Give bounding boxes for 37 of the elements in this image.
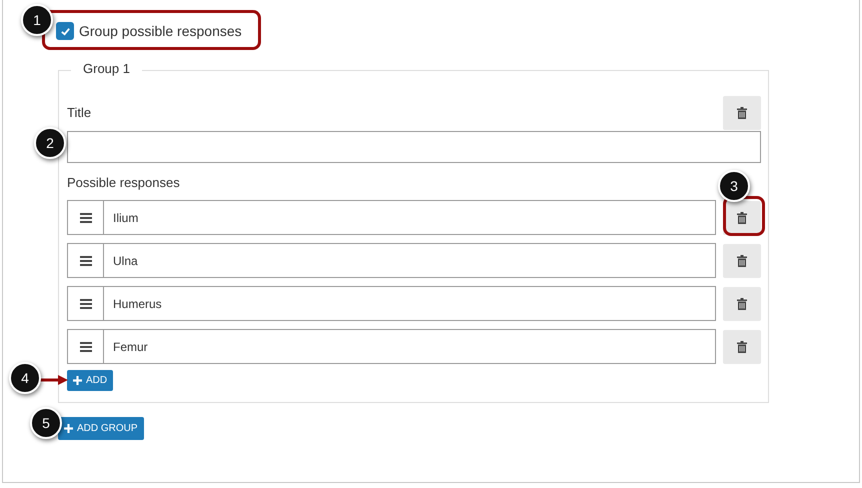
delete-button[interactable] [723, 330, 761, 364]
response-field[interactable]: Ilium [67, 200, 716, 235]
plus-icon [64, 424, 73, 433]
response-text: Humerus [112, 296, 162, 312]
step-number-badge: 3 [718, 170, 750, 202]
responses-label: Possible responses [67, 175, 180, 190]
trash-icon [737, 254, 748, 266]
plus-icon [73, 376, 82, 385]
trash-icon [737, 212, 748, 224]
drag-handle-icon[interactable] [80, 342, 92, 352]
step-number-badge: 5 [30, 407, 62, 439]
delete-button[interactable] [723, 96, 761, 130]
step-number-badge: 2 [34, 127, 66, 159]
delete-button[interactable] [723, 244, 761, 278]
trash-icon [737, 106, 747, 118]
checkmark-icon [60, 26, 70, 36]
add-group-button[interactable]: ADD GROUP [58, 417, 144, 440]
trash-icon [737, 298, 748, 310]
add-button[interactable]: ADD [67, 370, 114, 391]
drag-handle-icon[interactable] [80, 212, 92, 222]
step-number-badge: 1 [21, 4, 53, 36]
arrow-icon [40, 374, 70, 386]
response-text: Ulna [112, 252, 138, 270]
response-field[interactable]: Ulna [67, 243, 716, 278]
title-input-field[interactable] [67, 131, 761, 163]
response-text: Ilium [112, 210, 138, 226]
title-label: Title [67, 105, 92, 120]
response-field[interactable]: Femur [67, 329, 716, 364]
step-number-badge: 4 [9, 362, 41, 394]
drag-handle-icon[interactable] [80, 298, 92, 308]
delete-button[interactable] [723, 286, 761, 320]
checkbox[interactable] [56, 22, 74, 40]
trash-icon [737, 340, 748, 352]
checkbox-label: Group possible responses [79, 23, 242, 39]
drag-handle-icon[interactable] [80, 256, 92, 266]
response-field[interactable]: Humerus [67, 286, 716, 321]
response-text: Femur [112, 338, 148, 356]
